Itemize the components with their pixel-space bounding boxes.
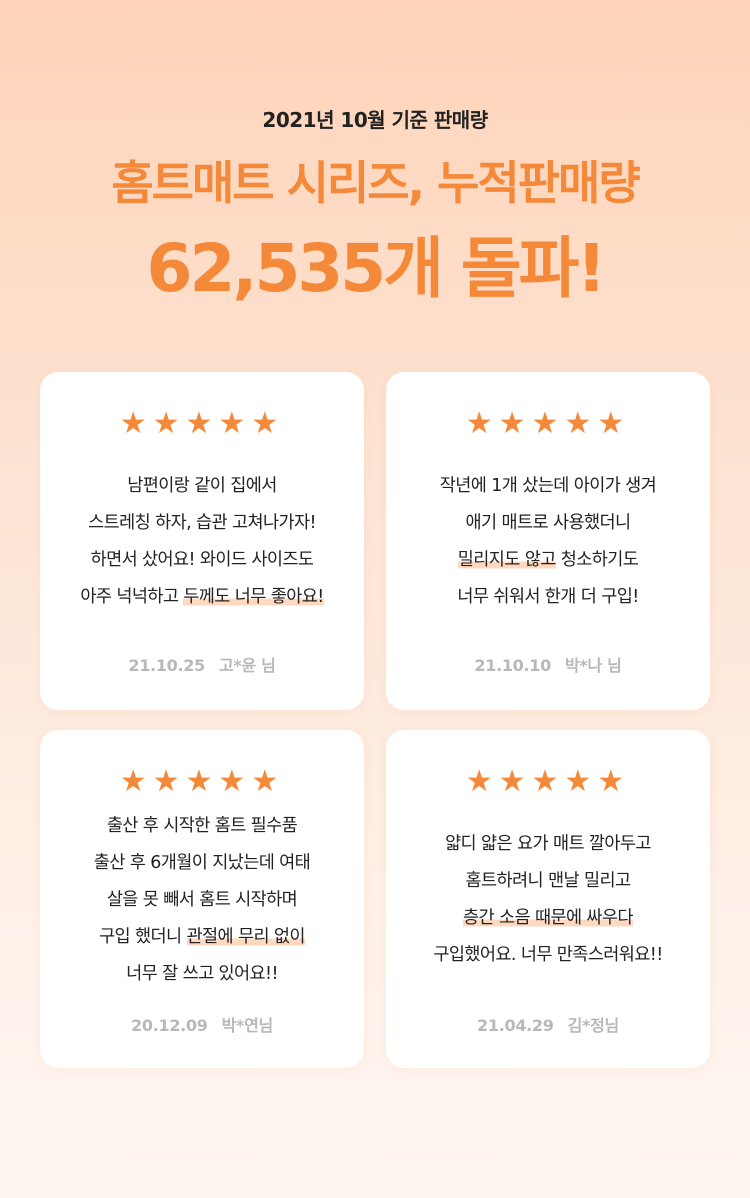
review-text-segment: 구입 했더니: [99, 927, 187, 947]
star-rating-icon: ★★★★★: [119, 764, 285, 799]
review-card: ★★★★★ 작년에 1개 샀는데 아이가 생겨 애기 매트로 사용했더니 밀리지…: [386, 372, 710, 710]
review-line: 아주 넉넉하고 두께도 너무 좋아요!: [40, 579, 364, 616]
review-author: 박*나 님: [564, 656, 622, 675]
review-meta: 21.10.25 고*윤 님: [40, 652, 364, 676]
review-highlight: 층간 소음 때문에 싸우다: [463, 908, 634, 928]
review-text: 출산 후 시작한 홈트 필수품 출산 후 6개월이 지났는데 여태 살을 못 빼…: [40, 808, 364, 993]
review-text: 작년에 1개 샀는데 아이가 생겨 애기 매트로 사용했더니 밀리지도 않고 청…: [386, 468, 710, 616]
review-card: ★★★★★ 출산 후 시작한 홈트 필수품 출산 후 6개월이 지났는데 여태 …: [40, 730, 364, 1068]
review-text: 남편이랑 같이 집에서 스트레칭 하자, 습관 고쳐나가자! 하면서 샀어요! …: [40, 468, 364, 616]
sales-basis-subtitle: 2021년 10월 기준 판매량: [262, 108, 488, 132]
review-date: 21.10.25: [128, 656, 205, 675]
review-meta: 21.04.29 김*정님: [386, 1012, 710, 1036]
review-line: 남편이랑 같이 집에서: [127, 476, 277, 496]
review-card: ★★★★★ 남편이랑 같이 집에서 스트레칭 하자, 습관 고쳐나가자! 하면서…: [40, 372, 364, 710]
review-line: 스트레칭 하자, 습관 고쳐나가자!: [88, 513, 316, 533]
review-line: 살을 못 빼서 홈트 시작하며: [106, 890, 298, 910]
review-line: 하면서 샀어요! 와이드 사이즈도: [90, 550, 314, 570]
star-rating-icon: ★★★★★: [119, 406, 285, 441]
review-text: 얇디 얇은 요가 매트 깔아두고 홈트하려니 맨날 밀리고 층간 소음 때문에 …: [386, 826, 710, 974]
review-date: 20.12.09: [131, 1016, 208, 1035]
review-line: 구입 했더니 관절에 무리 없이: [40, 919, 364, 956]
review-line: 작년에 1개 샀는데 아이가 생겨: [439, 476, 657, 496]
star-rating-icon: ★★★★★: [465, 406, 631, 441]
review-line: 층간 소음 때문에 싸우다: [386, 900, 710, 937]
review-card: ★★★★★ 얇디 얇은 요가 매트 깔아두고 홈트하려니 맨날 밀리고 층간 소…: [386, 730, 710, 1068]
review-author: 고*윤 님: [218, 656, 276, 675]
review-line: 출산 후 시작한 홈트 필수품: [106, 816, 298, 836]
review-line: 너무 잘 쓰고 있어요!!: [126, 964, 278, 984]
review-highlight: 관절에 무리 없이: [186, 927, 306, 947]
review-line: 얇디 얇은 요가 매트 깔아두고: [445, 834, 651, 854]
review-line: 홈트하려니 맨날 밀리고: [465, 871, 632, 891]
review-meta: 20.12.09 박*연님: [40, 1012, 364, 1036]
review-line: 구입했어요. 너무 만족스러워요!!: [433, 945, 663, 965]
review-author: 박*연님: [221, 1016, 274, 1035]
review-author: 김*정님: [567, 1016, 620, 1035]
review-line: 너무 쉬워서 한개 더 구입!: [457, 587, 639, 607]
review-highlight: 두께도 너무 좋아요!: [183, 587, 324, 607]
review-line: 애기 매트로 사용했더니: [465, 513, 632, 533]
review-text-segment: 아주 넉넉하고: [80, 587, 184, 607]
star-rating-icon: ★★★★★: [465, 764, 631, 799]
review-highlight: 밀리지도 않고: [457, 550, 556, 570]
review-text-segment: 청소하기도: [555, 550, 639, 570]
review-line: 밀리지도 않고 청소하기도: [386, 542, 710, 579]
review-date: 21.10.10: [474, 656, 551, 675]
review-meta: 21.10.10 박*나 님: [386, 652, 710, 676]
review-date: 21.04.29: [477, 1016, 554, 1035]
headline-series-sales: 홈트매트 시리즈, 누적판매량: [111, 156, 640, 210]
headline-sales-count: 62,535개 돌파!: [146, 230, 607, 307]
review-line: 출산 후 6개월이 지났는데 여태: [93, 853, 311, 873]
